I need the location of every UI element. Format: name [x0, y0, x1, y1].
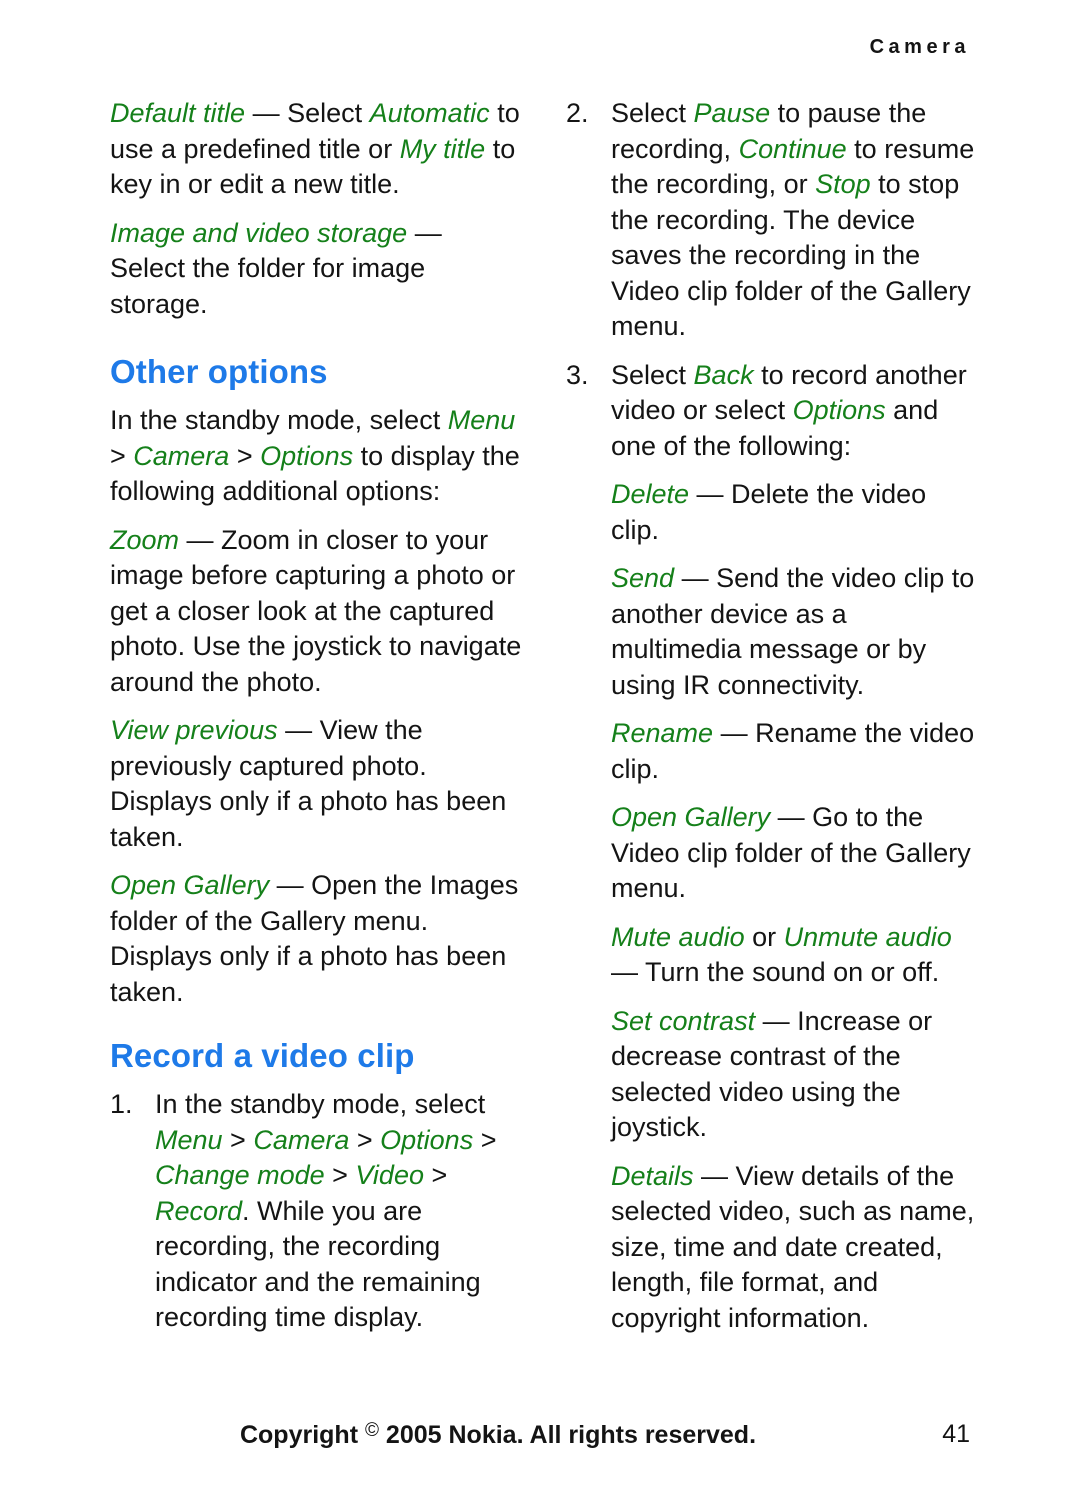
page-footer: Copyright © 2005 Nokia. All rights reser… [110, 1420, 970, 1460]
heading-other-options: Other options [110, 353, 328, 390]
ui-term-text: Automatic [369, 98, 490, 128]
ui-term-text: Mute audio [611, 921, 745, 952]
paragraph-open-gallery-option: Open Gallery — Open the Images folder of… [110, 868, 524, 1010]
body-text: Select [611, 359, 694, 390]
ui-term-text: Send [611, 563, 675, 593]
ui-term-text: Stop [815, 169, 871, 199]
body-text: > [349, 1124, 381, 1155]
ui-term-text: Options [380, 1124, 474, 1155]
body-text: > [324, 1160, 356, 1190]
ui-term-text: Camera [253, 1124, 350, 1155]
ui-term-text: Options [792, 395, 886, 425]
ui-term-text: Open Gallery [611, 802, 771, 832]
ui-term-text: Options [260, 440, 354, 471]
body-text: — Turn the sound on or off. [611, 957, 940, 987]
list-item-step-3: 3. Select Back to record another video o… [566, 358, 980, 465]
ui-term-text: Menu [155, 1124, 223, 1155]
ui-term-text: Change mode [155, 1160, 325, 1190]
step-1-text: In the standby mode, select Menu > Camer… [155, 1087, 524, 1336]
body-text: > [473, 1124, 497, 1155]
page-number: 41 [942, 1420, 970, 1448]
copyright-symbol-icon: © [364, 1420, 379, 1441]
paragraph-details-option: Details — View details of the selected v… [611, 1159, 980, 1337]
body-text: or [744, 921, 784, 952]
body-text: > [222, 1124, 254, 1155]
ui-term-text: Continue [738, 133, 847, 164]
list-item-step-1: 1. In the standby mode, select Menu > Ca… [110, 1087, 524, 1336]
ui-term-text: Details [611, 1160, 694, 1191]
body-text: In the standby mode, select [110, 405, 448, 435]
paragraph-set-contrast-option: Set contrast — Increase or decrease cont… [611, 1004, 980, 1146]
ui-term-text: Rename [611, 718, 714, 748]
body-text: > [110, 440, 134, 471]
ui-term-text: Unmute audio [783, 921, 952, 952]
copyright-suffix: 2005 Nokia. All rights reserved. [378, 1421, 757, 1449]
ui-term-text: Record [155, 1195, 243, 1226]
record-video-steps-continued: 2. Select Pause to pause the recording, … [566, 96, 980, 464]
body-text: Select [611, 98, 694, 128]
paragraph-image-and-video-storage: Image and video storage — Select the fol… [110, 216, 524, 323]
paragraph-view-previous-option: View previous — View the previously capt… [110, 713, 524, 855]
ui-term-text: Menu [447, 405, 516, 435]
paragraph-other-options-intro: In the standby mode, select Menu > Camer… [110, 403, 524, 510]
body-text: In the standby mode, select [155, 1089, 486, 1119]
left-column: Default title — Select Automatic to use … [110, 96, 524, 1349]
ui-term-text: Back [693, 359, 754, 390]
running-header: Camera [869, 36, 970, 58]
copyright-notice: Copyright © 2005 Nokia. All rights reser… [240, 1420, 756, 1450]
ui-term-text: Pause [693, 98, 771, 128]
body-text: — Select [245, 98, 370, 128]
step-number: 1. [110, 1089, 133, 1119]
record-video-steps: 1. In the standby mode, select Menu > Ca… [110, 1087, 524, 1336]
step-number: 2. [566, 98, 589, 128]
ui-term-text: My title [399, 133, 486, 164]
heading-record-a-video-clip: Record a video clip [110, 1037, 415, 1074]
step-2-text: Select Pause to pause the recording, Con… [611, 96, 980, 345]
list-item-step-2: 2. Select Pause to pause the recording, … [566, 96, 980, 345]
page-body: Default title — Select Automatic to use … [110, 96, 980, 1349]
ui-term-text: Camera [133, 440, 230, 471]
ui-term-text: Image and video storage [110, 217, 408, 248]
paragraph-default-title: Default title — Select Automatic to use … [110, 96, 524, 203]
ui-term-text: Delete [611, 479, 690, 509]
step-number: 3. [566, 359, 589, 390]
body-text: > [423, 1160, 448, 1190]
ui-term-text: Open Gallery [110, 870, 270, 900]
paragraph-delete-option: Delete — Delete the video clip. [611, 477, 980, 548]
paragraph-send-option: Send — Send the video clip to another de… [611, 561, 980, 703]
paragraph-zoom-option: Zoom — Zoom in closer to your image befo… [110, 523, 524, 701]
ui-term-text: Zoom [110, 524, 180, 555]
paragraph-open-gallery-video-option: Open Gallery — Go to the Video clip fold… [611, 800, 980, 907]
ui-term-text: View previous [110, 715, 278, 745]
copyright-prefix: Copyright [239, 1421, 365, 1449]
ui-term-text: Video [355, 1160, 424, 1190]
paragraph-rename-option: Rename — Rename the video clip. [611, 716, 980, 787]
right-column: 2. Select Pause to pause the recording, … [566, 96, 980, 1349]
ui-term-text: Set contrast [611, 1005, 756, 1036]
step-3-option-list: Delete — Delete the video clip. Send — S… [566, 477, 980, 1336]
body-text: > [229, 440, 261, 471]
step-3-text: Select Back to record another video or s… [611, 358, 980, 465]
paragraph-mute-audio-option: Mute audio or Unmute audio — Turn the so… [611, 920, 980, 991]
ui-term-text: Default title [110, 98, 246, 128]
